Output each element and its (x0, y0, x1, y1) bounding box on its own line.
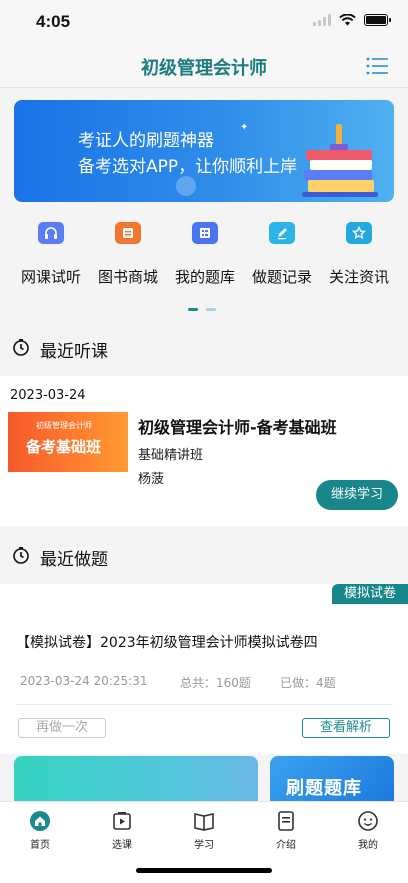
status-icons (313, 14, 391, 26)
course-thumbnail[interactable]: 初级管理会计师 备考基础班 (8, 412, 128, 472)
headphones-icon (38, 222, 64, 244)
course-teacher: 杨菠 (138, 472, 165, 487)
home-icon (30, 811, 50, 831)
battery-icon (364, 14, 391, 26)
tab-label: 我的 (358, 840, 378, 851)
exam-type-badge: 模拟试卷 (332, 584, 408, 604)
open-book-icon (194, 813, 214, 831)
page-title: 初级管理会计师 (141, 58, 267, 79)
course-title: 初级管理会计师-备考基础班 (138, 418, 337, 437)
signal-icon (313, 14, 331, 26)
carousel-dot-active (188, 308, 198, 311)
quick-nav-label: 做题记录 (251, 268, 312, 286)
quick-nav-label: 关注资讯 (328, 268, 389, 286)
tab-label: 学习 (194, 840, 214, 851)
section-title: 最近听课 (40, 342, 108, 362)
status-time: 4:05 (36, 12, 71, 31)
quick-nav-label: 我的题库 (174, 268, 235, 286)
status-bar: 4:05 (0, 0, 408, 44)
promo-banner[interactable]: 考证人的刷题神器 ✦ 备考选对APP，让你顺利上岸 (14, 100, 394, 202)
promo-tile-label: 刷题题库 (286, 778, 362, 799)
exam-total-count: 总共：160题 (180, 676, 251, 690)
banner-subline: 备考选对APP，让你顺利上岸 (78, 157, 298, 177)
quick-nav-label: 网课试听 (20, 268, 81, 286)
tab-label: 选课 (112, 840, 132, 851)
section-title: 最近做题 (40, 550, 108, 570)
tab-home[interactable]: 首页 (10, 810, 70, 851)
quick-nav-item[interactable]: 网课试听 (14, 222, 88, 292)
thumbnail-title: 备考基础班 (26, 438, 102, 456)
nav-bar: 初级管理会计师 (0, 44, 408, 88)
exam-done-count: 已做：4题 (280, 676, 336, 690)
course-date: 2023-03-24 (10, 388, 86, 403)
continue-learning-button[interactable]: 继续学习 (316, 480, 398, 510)
exam-title: 【模拟试卷】2023年初级管理会计师模拟试卷四 (16, 635, 318, 651)
tab-label: 首页 (30, 840, 50, 851)
banner-decoration (176, 176, 196, 196)
redo-button[interactable]: 再做一次 (18, 718, 106, 738)
star-news-icon (346, 222, 372, 244)
promo-tile-question-bank[interactable]: 刷题题库 (270, 756, 394, 806)
video-course-icon (113, 812, 131, 830)
tab-label: 介绍 (276, 840, 296, 851)
quick-nav-item[interactable]: 图书商城 (91, 222, 165, 292)
promo-tile-left[interactable] (14, 756, 258, 806)
timer-icon (13, 547, 29, 564)
home-indicator (136, 868, 272, 873)
view-analysis-button[interactable]: 查看解析 (302, 718, 390, 738)
wifi-icon (339, 14, 356, 26)
thumbnail-caption: 初级管理会计师 (36, 421, 92, 430)
exam-datetime: 2023-03-24 20:25:31 (20, 674, 148, 688)
book-stack-illustration (302, 124, 378, 197)
tab-profile[interactable]: 我的 (338, 810, 398, 851)
document-icon (278, 811, 294, 831)
list-menu-icon[interactable] (366, 57, 388, 75)
quick-nav-label: 图书商城 (97, 268, 158, 286)
recent-lessons-header: 最近听课 (0, 326, 408, 370)
tab-intro[interactable]: 介绍 (256, 810, 316, 851)
quick-nav-item[interactable]: 做题记录 (245, 222, 319, 292)
carousel-indicator (188, 308, 216, 311)
carousel-dot (206, 308, 216, 311)
timer-icon (13, 339, 29, 356)
tab-course-select[interactable]: 选课 (92, 810, 152, 851)
pencil-record-icon (269, 222, 295, 244)
book-store-icon (115, 222, 141, 244)
smiley-face-icon (358, 811, 378, 831)
quick-nav: 网课试听 图书商城 我的题库 做题记录 关注资讯 (0, 222, 408, 292)
divider (16, 704, 392, 705)
tab-study[interactable]: 学习 (174, 810, 234, 851)
quick-nav-item[interactable]: 关注资讯 (322, 222, 396, 292)
sparkle-icon: ✦ (240, 122, 249, 133)
recent-course-card[interactable]: 2023-03-24 初级管理会计师 备考基础班 初级管理会计师-备考基础班 基… (0, 376, 408, 526)
banner-headline: 考证人的刷题神器 (78, 131, 214, 151)
question-bank-icon (192, 222, 218, 244)
recent-practice-header: 最近做题 (0, 534, 408, 578)
course-subtitle: 基础精讲班 (138, 448, 204, 463)
recent-exam-card[interactable]: 模拟试卷 【模拟试卷】2023年初级管理会计师模拟试卷四 2023-03-24 … (0, 584, 408, 754)
quick-nav-item[interactable]: 我的题库 (168, 222, 242, 292)
